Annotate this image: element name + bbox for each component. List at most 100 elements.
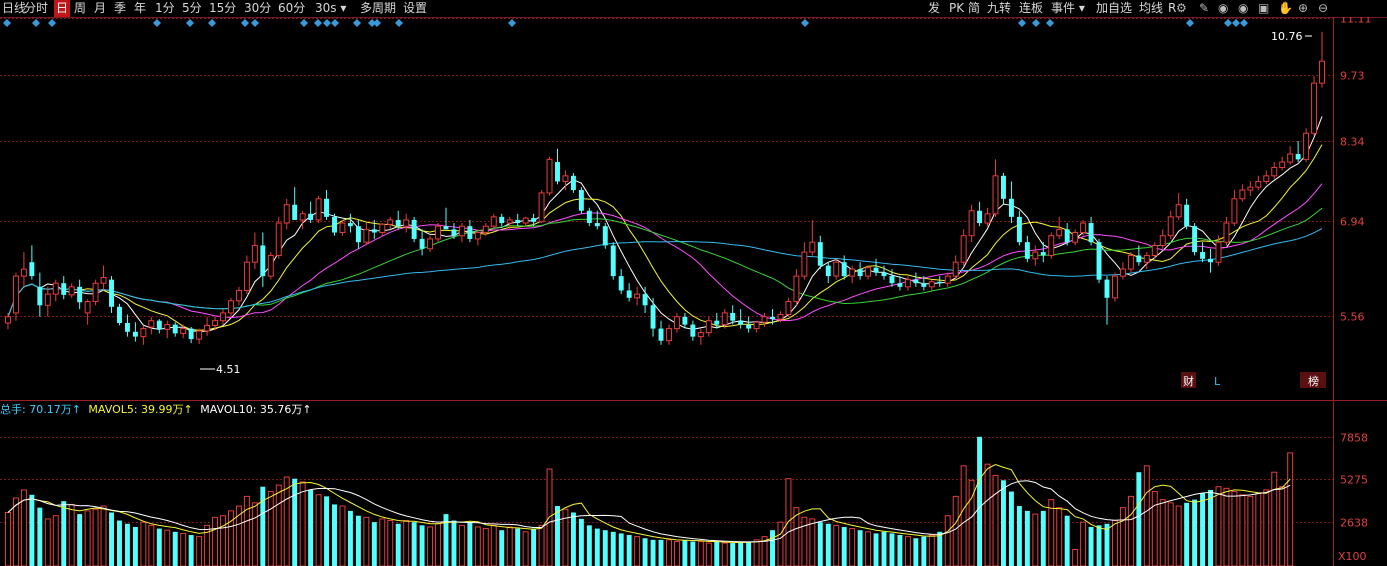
badge-L[interactable]: L <box>1214 375 1221 388</box>
volume-bar <box>977 436 983 566</box>
event-marker-icon[interactable] <box>508 19 516 27</box>
hand-icon[interactable]: ✋ <box>1276 0 1295 17</box>
ma10-line <box>7 144 1323 331</box>
candle <box>251 232 258 270</box>
event-marker-icon[interactable] <box>1224 19 1232 27</box>
toolbar-tab-10[interactable]: 30分 <box>242 0 273 17</box>
toolbar-right-1[interactable]: PK <box>947 0 966 17</box>
candle <box>260 232 266 287</box>
event-marker-icon[interactable] <box>314 19 322 27</box>
volume-bar <box>673 540 680 566</box>
event-marker-icon[interactable] <box>801 19 809 27</box>
toolbar-tab-3[interactable]: 周 <box>72 0 88 17</box>
event-marker-icon[interactable] <box>1186 19 1194 27</box>
volume-bar <box>833 524 840 566</box>
volume-bar <box>164 529 171 566</box>
eye-icon[interactable]: ◉ <box>1236 0 1250 17</box>
event-marker-icon[interactable] <box>186 19 194 27</box>
candle <box>355 219 361 249</box>
low-label: 4.51 <box>216 363 241 376</box>
volume-bar <box>1048 499 1055 566</box>
event-marker-icon[interactable] <box>323 19 331 27</box>
toolbar-right-3[interactable]: 九转 <box>985 0 1013 17</box>
volume-bar <box>84 510 91 566</box>
zoom-out-icon[interactable]: ⊖ <box>1316 0 1330 17</box>
event-marker-icon[interactable] <box>1032 19 1040 27</box>
toolbar-tab-12[interactable]: 30s ▾ <box>313 0 348 17</box>
event-marker-icon[interactable] <box>251 19 259 27</box>
event-marker-icon[interactable] <box>1046 19 1054 27</box>
event-marker-icon[interactable] <box>331 19 339 27</box>
toolbar-right-5[interactable]: 事件 ▾ <box>1049 0 1087 17</box>
candle <box>196 328 203 344</box>
event-marker-icon[interactable] <box>48 19 56 27</box>
zoom-in-icon[interactable]: ⊕ <box>1296 0 1310 17</box>
event-marker-icon[interactable] <box>373 19 381 27</box>
candle <box>419 229 425 256</box>
volume-bar <box>403 520 410 566</box>
volume-bar <box>77 514 83 566</box>
toolbar-right-6[interactable]: 加自选 <box>1094 0 1134 17</box>
toolbar-tab-7[interactable]: 1分 <box>153 0 177 17</box>
toolbar-tab-13[interactable]: 多周期 <box>358 0 398 17</box>
candle <box>1295 140 1301 163</box>
candle <box>220 309 226 325</box>
image-icon[interactable]: ▣ <box>1256 0 1271 17</box>
event-marker-icon[interactable] <box>300 19 308 27</box>
volume-bar <box>730 543 736 566</box>
badge-bang[interactable]: 榜 <box>1308 374 1319 388</box>
toolbar-tab-14[interactable]: 设置 <box>401 0 429 17</box>
toolbar-tab-4[interactable]: 月 <box>92 0 108 17</box>
volume-bar <box>1008 491 1014 566</box>
volume-bar <box>753 539 760 566</box>
toolbar-tab-2[interactable]: 日 <box>54 0 71 17</box>
toolbar-tab-11[interactable]: 60分 <box>276 0 307 17</box>
volume-bar <box>1192 499 1198 566</box>
toolbar-right-2[interactable]: 简 <box>966 0 982 17</box>
candle <box>1311 76 1318 136</box>
stock-chart[interactable]: 11.119.738.346.945.56 785852752638X100 1… <box>0 0 1387 566</box>
badge-cai[interactable]: 财 <box>1183 374 1194 388</box>
diamond-markers <box>3 19 1248 27</box>
candle <box>1096 238 1102 284</box>
event-marker-icon[interactable] <box>241 19 249 27</box>
volume-bar <box>984 463 991 566</box>
event-marker-icon[interactable] <box>1240 19 1248 27</box>
candle <box>1111 272 1118 302</box>
volume-bar <box>355 515 361 566</box>
candle <box>243 255 250 295</box>
candle <box>928 279 935 291</box>
candle <box>602 223 608 249</box>
volume-bar <box>1111 520 1118 566</box>
ma30-line <box>7 207 1323 317</box>
event-marker-icon[interactable] <box>153 19 161 27</box>
event-marker-icon[interactable] <box>1232 19 1240 27</box>
candle <box>658 320 664 345</box>
toolbar-right-7[interactable]: 均线 <box>1137 0 1165 17</box>
annotations: 10.76 4.51 财 L 榜 <box>200 30 1326 388</box>
toolbar-tab-9[interactable]: 15分 <box>207 0 238 17</box>
toolbar-tab-8[interactable]: 5分 <box>180 0 204 17</box>
toolbar-right-0[interactable]: 发 <box>926 0 942 17</box>
volume-bar <box>1167 502 1174 566</box>
candle <box>1303 128 1310 163</box>
settings-icon[interactable]: ⚙ <box>1174 0 1189 17</box>
candle <box>12 272 19 321</box>
event-marker-icon[interactable] <box>3 19 11 27</box>
candle <box>324 190 330 220</box>
toolbar-right-4[interactable]: 连板 <box>1017 0 1045 17</box>
volume-bar <box>825 523 831 566</box>
event-marker-icon[interactable] <box>1018 19 1026 27</box>
event-marker-icon[interactable] <box>395 19 403 27</box>
toolbar-tab-5[interactable]: 季 <box>112 0 128 17</box>
candle <box>1192 223 1198 256</box>
eye-icon[interactable]: ◉ <box>1216 0 1230 17</box>
volume-bar <box>1096 525 1102 566</box>
draw-icon[interactable]: ✎ <box>1197 0 1211 17</box>
event-marker-icon[interactable] <box>32 19 40 27</box>
toolbar-tab-1[interactable]: 分时 <box>22 0 50 17</box>
toolbar-tab-6[interactable]: 年 <box>132 0 148 17</box>
volume-bar <box>992 474 999 566</box>
event-marker-icon[interactable] <box>208 19 216 27</box>
event-marker-icon[interactable] <box>353 19 361 27</box>
